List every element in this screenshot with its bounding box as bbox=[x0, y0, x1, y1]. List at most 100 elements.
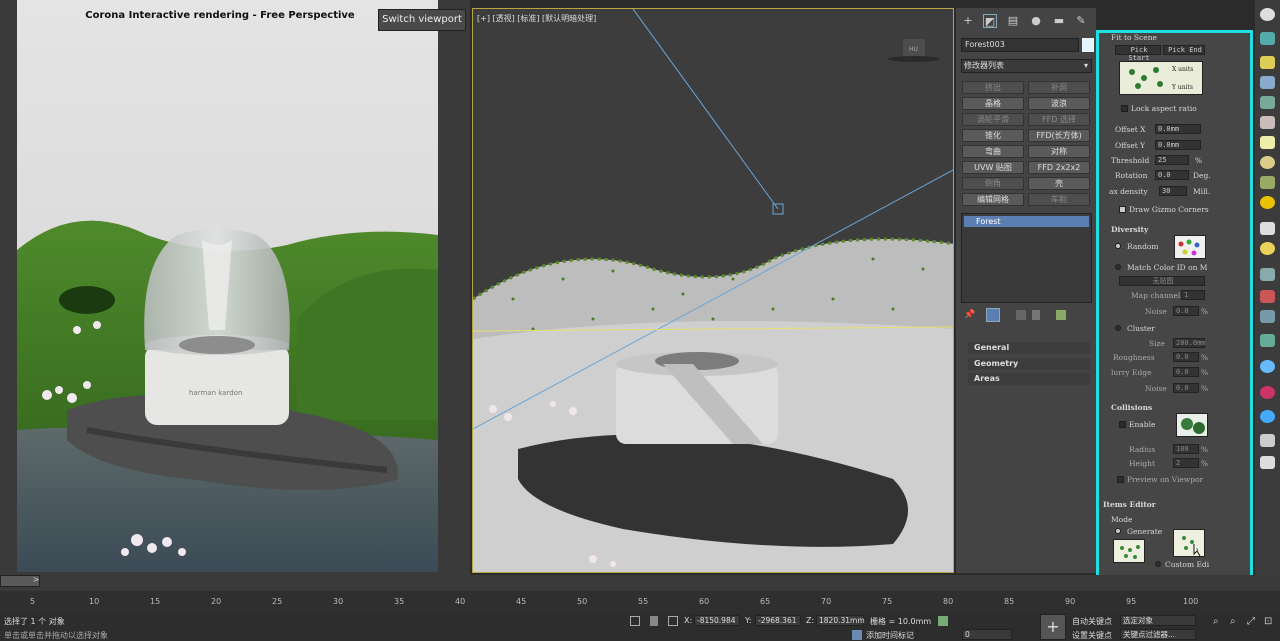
object-name-field[interactable]: Forest003 bbox=[961, 38, 1079, 52]
x-coordinate-field[interactable]: -8150.984 bbox=[694, 615, 740, 626]
auto-key-button[interactable]: 自动关键点 bbox=[1072, 616, 1112, 627]
color-map-button[interactable]: 无贴图 bbox=[1119, 276, 1205, 286]
z-coordinate-field[interactable]: 1820.31mm bbox=[816, 615, 865, 626]
make-unique-icon[interactable] bbox=[1016, 310, 1026, 320]
key-filters-button[interactable]: 关键点过滤器... bbox=[1120, 629, 1196, 640]
noise2-field[interactable]: 0.0 bbox=[1173, 383, 1199, 393]
modifier-button[interactable]: FFD 选择 bbox=[1028, 113, 1090, 126]
lock-aspect-checkbox[interactable] bbox=[1121, 105, 1128, 112]
modifier-button[interactable]: 锥化 bbox=[962, 129, 1024, 142]
modifier-button[interactable]: 弯曲 bbox=[962, 145, 1024, 158]
diversity-header[interactable]: Diversity bbox=[1111, 225, 1148, 234]
settings-icon[interactable] bbox=[1260, 222, 1275, 235]
perspective-viewport[interactable]: HU [+] [透视] [标准] [默认明暗处理] bbox=[472, 8, 954, 573]
modifier-button[interactable]: FFD 2x2x2 bbox=[1028, 161, 1090, 174]
box-icon[interactable] bbox=[1260, 116, 1275, 129]
bulb-icon[interactable] bbox=[1260, 242, 1275, 255]
hierarchy-tab-icon[interactable]: ▤ bbox=[1006, 14, 1020, 28]
selected-object-dropdown[interactable]: 选定对象 bbox=[1120, 615, 1196, 626]
modifier-button[interactable]: 编辑网格 bbox=[962, 193, 1024, 206]
modifier-button[interactable]: 壳 bbox=[1028, 177, 1090, 190]
remove-modifier-icon[interactable] bbox=[1032, 310, 1040, 320]
enable-collisions-checkbox[interactable] bbox=[1119, 421, 1126, 428]
add-time-tag[interactable]: 添加时间标记 bbox=[866, 630, 914, 641]
forest-icon[interactable] bbox=[1260, 176, 1275, 189]
material-icon[interactable] bbox=[1260, 290, 1275, 303]
light-icon[interactable] bbox=[1260, 56, 1275, 69]
modifier-stack[interactable]: Forest bbox=[961, 213, 1092, 303]
modifier-button[interactable]: 涡轮平滑 bbox=[962, 113, 1024, 126]
modifier-button[interactable]: FFD(长方体) bbox=[1028, 129, 1090, 142]
isolate-icon[interactable] bbox=[938, 616, 948, 626]
plant-icon[interactable] bbox=[1260, 334, 1275, 347]
sun-icon[interactable] bbox=[1260, 8, 1275, 21]
map-channel-field[interactable]: 1 bbox=[1181, 290, 1205, 300]
switch-viewport-button[interactable]: Switch viewport bbox=[378, 9, 466, 31]
set-key-plus-icon[interactable]: + bbox=[1040, 614, 1066, 640]
rollout-general[interactable]: General bbox=[968, 342, 1090, 354]
random-radio[interactable] bbox=[1115, 243, 1121, 249]
modify-tab-icon[interactable]: ◩ bbox=[983, 14, 997, 28]
offset-y-field[interactable]: 0.0mm bbox=[1155, 140, 1201, 150]
y-coordinate-field[interactable]: -2968.361 bbox=[755, 615, 801, 626]
zoom-all-icon[interactable]: ⌕ bbox=[1230, 616, 1236, 627]
pick-end-button[interactable]: Pick End bbox=[1163, 45, 1205, 55]
scatter-icon[interactable] bbox=[1260, 96, 1275, 109]
modifier-button[interactable]: 倒角 bbox=[962, 177, 1024, 190]
time-tag-icon[interactable] bbox=[852, 630, 862, 640]
modifier-button[interactable]: 车削 bbox=[1028, 193, 1090, 206]
document-icon[interactable] bbox=[1260, 434, 1275, 447]
help-icon[interactable] bbox=[1260, 456, 1275, 469]
instance-icon[interactable] bbox=[1260, 310, 1275, 323]
camera-icon[interactable] bbox=[1260, 32, 1275, 45]
size-field[interactable]: 200.0mm bbox=[1173, 338, 1206, 348]
match-color-radio[interactable] bbox=[1115, 264, 1121, 270]
sphere-icon[interactable] bbox=[1260, 136, 1275, 149]
stack-item-forest[interactable]: Forest bbox=[964, 216, 1089, 227]
modifier-list-dropdown[interactable]: 修改器列表 ▾ bbox=[961, 59, 1092, 73]
collisions-header[interactable]: Collisions bbox=[1111, 403, 1152, 412]
scatter-tool-icon[interactable] bbox=[1260, 268, 1275, 281]
noise-field[interactable]: 0.0 bbox=[1173, 306, 1199, 316]
dome-icon[interactable] bbox=[1260, 156, 1275, 169]
threshold-field[interactable]: 25 bbox=[1155, 155, 1189, 165]
timeline-ruler[interactable]: 5 10 15 20 25 30 35 40 45 50 55 60 65 70… bbox=[0, 591, 1280, 613]
offset-x-field[interactable]: 0.0mm bbox=[1155, 124, 1201, 134]
rollout-areas[interactable]: Areas bbox=[968, 373, 1090, 385]
zoom-extents-icon[interactable]: ⤢ bbox=[1247, 616, 1255, 627]
modifier-button[interactable]: 挤出 bbox=[962, 81, 1024, 94]
current-frame-field[interactable]: 0 bbox=[962, 629, 1012, 640]
radius-field[interactable]: 100 bbox=[1173, 444, 1199, 454]
utilities-tab-icon[interactable]: ✎ bbox=[1074, 14, 1088, 28]
show-end-result-icon[interactable] bbox=[986, 308, 1000, 322]
modifier-button[interactable]: UVW 贴图 bbox=[962, 161, 1024, 174]
sunlight-icon[interactable] bbox=[1260, 196, 1275, 209]
rollout-geometry[interactable]: Geometry bbox=[968, 358, 1090, 370]
selection-lock-icon[interactable] bbox=[630, 616, 640, 626]
rotation-field[interactable]: 0.0 bbox=[1155, 170, 1189, 180]
time-slider[interactable]: > bbox=[0, 575, 40, 587]
absolute-mode-icon[interactable] bbox=[668, 616, 678, 626]
motion-tab-icon[interactable]: ● bbox=[1029, 14, 1043, 28]
create-tab-icon[interactable]: + bbox=[961, 14, 975, 28]
generate-thumbnail[interactable] bbox=[1113, 539, 1145, 563]
custom-edit-thumbnail[interactable] bbox=[1173, 529, 1205, 557]
globe-icon[interactable] bbox=[1260, 360, 1275, 373]
lock-icon[interactable] bbox=[650, 616, 658, 626]
draw-gizmo-checkbox[interactable] bbox=[1119, 206, 1126, 213]
grid-icon[interactable] bbox=[1260, 76, 1275, 89]
modifier-button[interactable]: 补洞 bbox=[1028, 81, 1090, 94]
height-field[interactable]: 2 bbox=[1173, 458, 1199, 468]
blurry-edge-field[interactable]: 0.0 bbox=[1173, 367, 1199, 377]
pick-start-button[interactable]: Pick Start bbox=[1115, 45, 1161, 62]
maximize-viewport-icon[interactable]: ⊡ bbox=[1264, 616, 1272, 627]
object-color-swatch[interactable] bbox=[1082, 38, 1094, 52]
modifier-button[interactable]: 波浪 bbox=[1028, 97, 1090, 110]
render-elements-icon[interactable] bbox=[1260, 410, 1275, 423]
zoom-icon[interactable]: ⌕ bbox=[1213, 616, 1219, 627]
configure-sets-icon[interactable] bbox=[1056, 310, 1066, 320]
items-editor-header[interactable]: Items Editor bbox=[1103, 500, 1156, 509]
max-density-field[interactable]: 30 bbox=[1159, 186, 1187, 196]
color-balls-icon[interactable] bbox=[1260, 386, 1275, 399]
set-key-button[interactable]: 设置关键点 bbox=[1072, 630, 1112, 641]
